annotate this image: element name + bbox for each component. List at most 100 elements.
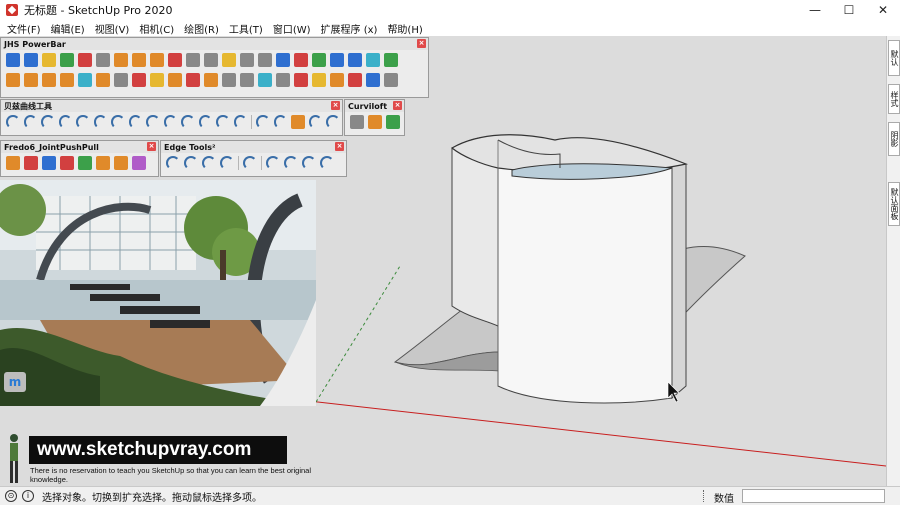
measurement-input[interactable] [742, 489, 885, 503]
loft-icon[interactable] [350, 115, 364, 129]
edge-icon[interactable] [284, 156, 298, 170]
tool-icon[interactable] [222, 53, 236, 67]
curve-icon[interactable] [58, 115, 73, 129]
tool-icon[interactable] [240, 53, 254, 67]
tool-icon[interactable] [384, 53, 398, 67]
tool-icon[interactable] [186, 73, 200, 87]
tool-icon[interactable] [294, 53, 308, 67]
pushpull-icon[interactable] [132, 156, 146, 170]
close-button[interactable]: ✕ [866, 0, 900, 20]
bucket-icon[interactable] [132, 53, 146, 67]
menu-help[interactable]: 帮助(H) [382, 21, 427, 36]
menu-view[interactable]: 视图(V) [90, 21, 135, 36]
arc-icon[interactable] [233, 115, 248, 129]
tool-icon[interactable] [42, 73, 56, 87]
tool-icon[interactable] [78, 73, 92, 87]
menu-draw[interactable]: 绘图(R) [179, 21, 224, 36]
pushpull-icon[interactable] [78, 156, 92, 170]
menu-tools[interactable]: 工具(T) [224, 21, 268, 36]
info-icon[interactable]: i [22, 490, 34, 502]
circle-icon[interactable] [146, 115, 160, 129]
tray-tab-default-panel[interactable]: 默认面板 [888, 182, 900, 226]
menu-file[interactable]: 文件(F) [2, 21, 46, 36]
wrench-icon[interactable] [291, 115, 305, 129]
curve-icon[interactable] [326, 115, 340, 129]
tool-icon[interactable] [348, 73, 362, 87]
bezier-curve-icon[interactable] [6, 115, 20, 129]
pushpull-icon[interactable] [6, 156, 20, 170]
tool-icon[interactable] [96, 73, 110, 87]
tool-icon[interactable] [294, 73, 308, 87]
tool-icon[interactable] [222, 73, 236, 87]
face-icon[interactable] [96, 53, 110, 67]
pushpull-icon[interactable] [42, 156, 56, 170]
tray-tab-shadows[interactable]: 阴影 [888, 122, 900, 156]
paint-icon[interactable] [114, 53, 128, 67]
tool-icon[interactable] [204, 73, 218, 87]
curve-icon[interactable] [76, 115, 90, 129]
tool-icon[interactable] [132, 73, 146, 87]
curve-icon[interactable] [198, 115, 213, 129]
tool-icon[interactable] [240, 73, 254, 87]
tool-icon[interactable] [150, 53, 164, 67]
face-icon[interactable] [42, 53, 56, 67]
edge-icon[interactable] [302, 156, 316, 170]
tool-icon[interactable] [24, 73, 38, 87]
edge-icon[interactable] [243, 156, 257, 170]
pushpull-icon[interactable] [24, 156, 38, 170]
grid-icon[interactable] [348, 53, 362, 67]
curve-icon[interactable] [163, 115, 178, 129]
close-icon[interactable]: × [147, 142, 156, 151]
close-icon[interactable]: × [393, 101, 402, 110]
menu-window[interactable]: 窗口(W) [268, 21, 316, 36]
tool-icon[interactable] [204, 53, 218, 67]
tool-icon[interactable] [168, 73, 182, 87]
tool-icon[interactable] [366, 53, 380, 67]
menu-camera[interactable]: 相机(C) [134, 21, 179, 36]
tray-tab-default[interactable]: 默认 [888, 40, 900, 76]
geo-location-icon[interactable]: ⊙ [5, 490, 17, 502]
circle-icon[interactable] [128, 115, 143, 129]
pushpull-icon[interactable] [60, 156, 74, 170]
maximize-button[interactable]: ☐ [832, 0, 866, 20]
polygon-icon[interactable] [273, 115, 288, 129]
tool-icon[interactable] [366, 73, 380, 87]
tool-icon[interactable] [330, 73, 344, 87]
tool-icon[interactable] [60, 73, 74, 87]
ellipse-icon[interactable] [308, 115, 323, 129]
floating-m-icon[interactable]: m [4, 372, 26, 392]
tool-icon[interactable] [186, 53, 200, 67]
close-icon[interactable]: × [331, 101, 340, 110]
pushpull-icon[interactable] [96, 156, 110, 170]
tool-icon[interactable] [6, 73, 20, 87]
edge-icon[interactable] [184, 156, 198, 170]
face-icon[interactable] [78, 53, 92, 67]
tool-icon[interactable] [312, 53, 326, 67]
skin-icon[interactable] [368, 115, 382, 129]
edge-icon[interactable] [320, 156, 334, 170]
menu-edit[interactable]: 编辑(E) [46, 21, 90, 36]
box-icon[interactable] [24, 53, 38, 67]
menu-extensions[interactable]: 扩展程序 (x) [316, 21, 383, 36]
tool-icon[interactable] [258, 73, 272, 87]
curve-icon[interactable] [181, 115, 195, 129]
edge-icon[interactable] [202, 156, 216, 170]
tool-icon[interactable] [168, 53, 182, 67]
tool-icon[interactable] [276, 73, 290, 87]
rectangle-icon[interactable] [111, 115, 125, 129]
curve-icon[interactable] [216, 115, 230, 129]
pushpull-icon[interactable] [114, 156, 128, 170]
edit-icon[interactable] [256, 115, 270, 129]
edge-icon[interactable] [266, 156, 280, 170]
curve-icon[interactable] [276, 53, 290, 67]
tool-icon[interactable] [384, 73, 398, 87]
minimize-button[interactable]: — [798, 0, 832, 20]
tool-icon[interactable] [114, 73, 128, 87]
spline-icon[interactable] [23, 115, 38, 129]
tool-icon[interactable] [312, 73, 326, 87]
tray-tab-styles[interactable]: 样式 [888, 84, 900, 114]
edge-icon[interactable] [220, 156, 234, 170]
tool-icon[interactable] [258, 53, 272, 67]
curve-icon[interactable] [93, 115, 108, 129]
tool-icon[interactable] [330, 53, 344, 67]
